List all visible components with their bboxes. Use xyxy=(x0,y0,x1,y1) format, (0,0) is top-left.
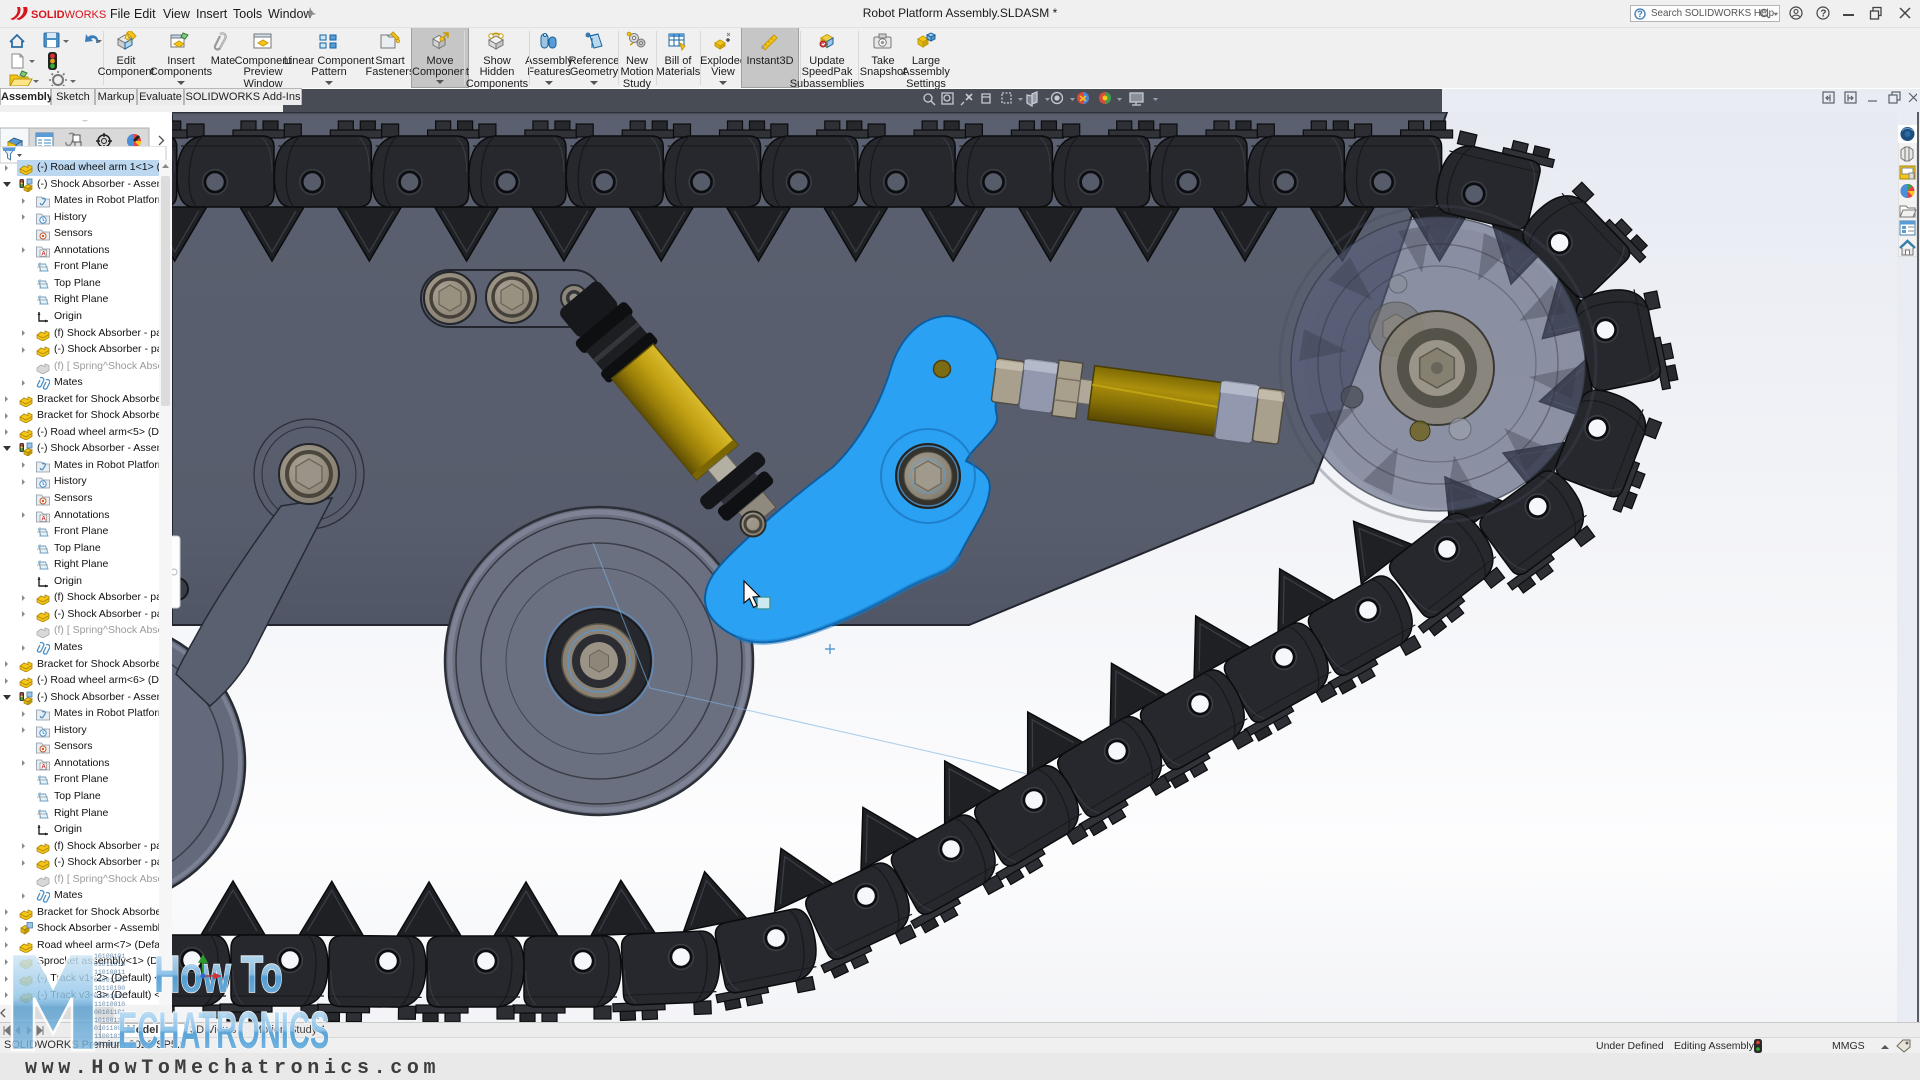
svg-text:10110100: 10110100 xyxy=(94,985,125,992)
svg-text:01011010: 01011010 xyxy=(94,961,125,968)
svg-text:ECHATRONICS: ECHATRONICS xyxy=(118,1001,329,1058)
svg-text:SOLIDWORKS: SOLIDWORKS xyxy=(31,9,106,21)
svg-text:A: A xyxy=(41,515,46,522)
svg-text:?: ? xyxy=(1820,8,1826,19)
svg-text:?: ? xyxy=(1637,9,1643,19)
svg-text:A: A xyxy=(41,250,46,257)
svg-text:11010011: 11010011 xyxy=(94,969,125,976)
svg-text:10100101: 10100101 xyxy=(94,953,125,960)
svg-text:01101011: 01101011 xyxy=(94,993,125,1000)
svg-text:A: A xyxy=(41,763,46,770)
svg-text:01001101: 01001101 xyxy=(94,977,125,984)
